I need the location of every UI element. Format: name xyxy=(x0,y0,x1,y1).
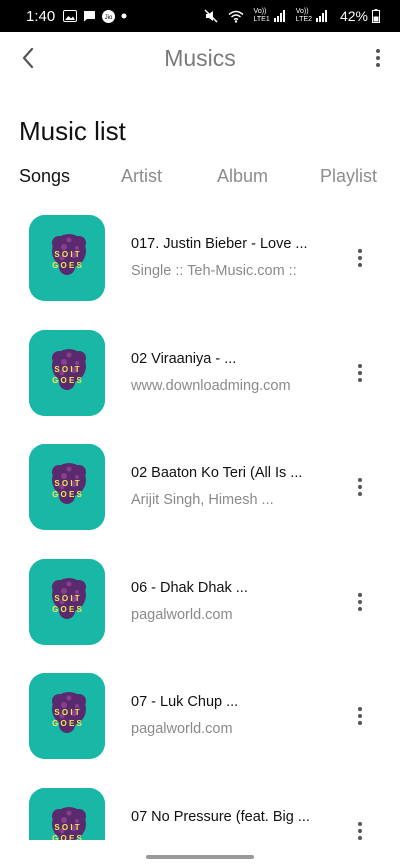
more-dot xyxy=(358,256,362,260)
album-art[interactable]: S O I T G O E S xyxy=(29,673,105,759)
tab-artist[interactable]: Artist xyxy=(121,166,162,187)
more-vertical-icon xyxy=(376,49,380,53)
song-title: 07 - Luk Chup ... xyxy=(131,694,239,710)
song-list-item[interactable]: S O I T G O E S 017. Justin Bieber - Lov… xyxy=(0,200,400,314)
more-dot xyxy=(358,263,362,267)
song-subtitle: www.downloadming.com xyxy=(131,377,291,394)
song-subtitle: Single :: Teh-Music.com :: xyxy=(131,263,297,279)
svg-text:S O I T: S O I T xyxy=(54,479,79,488)
tab-songs[interactable]: Songs xyxy=(19,166,70,187)
song-more-button[interactable] xyxy=(352,477,368,497)
song-title: 02 Baaton Ko Teri (All Is ... xyxy=(131,465,303,481)
status-right: Vo)) LTE1 Vo)) LTE2 42% xyxy=(204,8,386,24)
song-more-button[interactable] xyxy=(352,706,368,726)
more-dot xyxy=(358,828,362,833)
signal-icon xyxy=(273,10,286,22)
svg-text:G O E S: G O E S xyxy=(52,261,82,270)
song-title: 017. Justin Bieber - Love ... xyxy=(131,236,308,252)
app-bar: Musics xyxy=(0,32,400,88)
more-dot xyxy=(358,370,362,375)
album-art-image: S O I T G O E S xyxy=(29,444,105,530)
svg-text:S O I T: S O I T xyxy=(54,250,79,259)
battery-percent: 42% xyxy=(339,8,368,24)
jio-icon: Jio xyxy=(102,9,116,23)
svg-text:S O I T: S O I T xyxy=(54,708,79,717)
album-art-image: S O I T G O E S xyxy=(29,215,105,301)
battery-icon xyxy=(372,9,380,23)
song-title: 02 Viraaniya - ... xyxy=(131,350,237,367)
song-subtitle: Arijit Singh, Himesh ... xyxy=(131,492,274,508)
more-vertical-icon xyxy=(358,592,362,597)
image-icon xyxy=(63,10,78,22)
song-list-item[interactable]: S O I T G O E S 02 Viraaniya - ... www.d… xyxy=(0,315,400,429)
song-subtitle: pagalworld.com xyxy=(131,606,233,623)
album-art[interactable]: S O I T G O E S xyxy=(29,215,105,301)
more-dot xyxy=(376,56,380,60)
svg-text:G O E S: G O E S xyxy=(52,490,82,499)
more-dot xyxy=(358,721,362,725)
svg-text:G O E S: G O E S xyxy=(52,376,82,385)
svg-text:S O I T: S O I T xyxy=(54,823,79,832)
more-dot xyxy=(358,485,362,489)
song-list-item[interactable]: S O I T G O E S 07 - Luk Chup ... pagalw… xyxy=(0,658,400,772)
status-bar: 1:40 Jio Vo)) LTE1 Vo)) LTE2 42% xyxy=(0,0,400,32)
song-list: S O I T G O E S 017. Justin Bieber - Lov… xyxy=(0,200,400,840)
song-list-item[interactable]: S O I T G O E S 02 Baaton Ko Teri (All I… xyxy=(0,429,400,543)
album-art-image: S O I T G O E S xyxy=(29,329,105,416)
more-dot xyxy=(376,63,380,67)
page-heading: Music list xyxy=(19,116,126,146)
signal-icon xyxy=(315,10,328,22)
more-dot xyxy=(358,492,362,496)
more-dot xyxy=(358,606,362,611)
album-art[interactable]: S O I T G O E S xyxy=(29,444,105,530)
more-vertical-icon xyxy=(358,707,362,711)
album-art-image: S O I T G O E S xyxy=(29,558,105,645)
status-time: 1:40 xyxy=(26,7,56,25)
svg-text:G O E S: G O E S xyxy=(52,719,82,728)
song-list-item[interactable]: S O I T G O E S 06 - Dhak Dhak ... pagal… xyxy=(0,544,400,658)
song-more-button[interactable] xyxy=(352,248,368,268)
mute-icon xyxy=(204,9,218,23)
more-vertical-icon xyxy=(358,478,362,482)
album-art[interactable]: S O I T G O E S xyxy=(29,558,105,645)
song-more-button[interactable] xyxy=(352,363,368,383)
wifi-icon xyxy=(228,10,244,23)
album-art[interactable]: S O I T G O E S xyxy=(29,787,105,841)
tab-album[interactable]: Album xyxy=(217,166,268,187)
song-title: 07 No Pressure (feat. Big ... xyxy=(131,808,310,825)
home-indicator[interactable] xyxy=(146,855,254,859)
tab-playlist[interactable]: Playlist xyxy=(320,166,377,187)
svg-text:S O I T: S O I T xyxy=(54,365,79,374)
tab-bar: Songs Artist Album Playlist xyxy=(0,166,400,190)
more-dot xyxy=(358,835,362,840)
song-subtitle: pagalworld.com xyxy=(131,721,233,737)
svg-text:G O E S: G O E S xyxy=(52,834,82,841)
network-label-1: Vo)) LTE1 xyxy=(253,8,270,23)
app-title: Musics xyxy=(164,45,236,71)
song-title: 06 - Dhak Dhak ... xyxy=(131,579,248,596)
more-dot xyxy=(358,714,362,718)
dot-icon xyxy=(121,13,127,19)
svg-text:G O E S: G O E S xyxy=(52,605,82,614)
message-icon xyxy=(83,10,96,22)
more-vertical-icon xyxy=(358,249,362,253)
song-more-button[interactable] xyxy=(352,821,368,841)
more-dot xyxy=(358,377,362,382)
network-label-2: Vo)) LTE2 xyxy=(295,8,312,23)
svg-text:S O I T: S O I T xyxy=(54,594,79,603)
album-art-image: S O I T G O E S xyxy=(29,673,105,759)
more-options-button[interactable] xyxy=(370,44,386,72)
more-vertical-icon xyxy=(358,363,362,368)
song-list-item[interactable]: S O I T G O E S 07 No Pressure (feat. Bi… xyxy=(0,773,400,841)
more-vertical-icon xyxy=(358,821,362,826)
svg-text:Jio: Jio xyxy=(105,15,113,21)
album-art[interactable]: S O I T G O E S xyxy=(29,329,105,416)
album-art-image: S O I T G O E S xyxy=(29,787,105,841)
more-dot xyxy=(358,599,362,604)
song-more-button[interactable] xyxy=(352,592,368,612)
